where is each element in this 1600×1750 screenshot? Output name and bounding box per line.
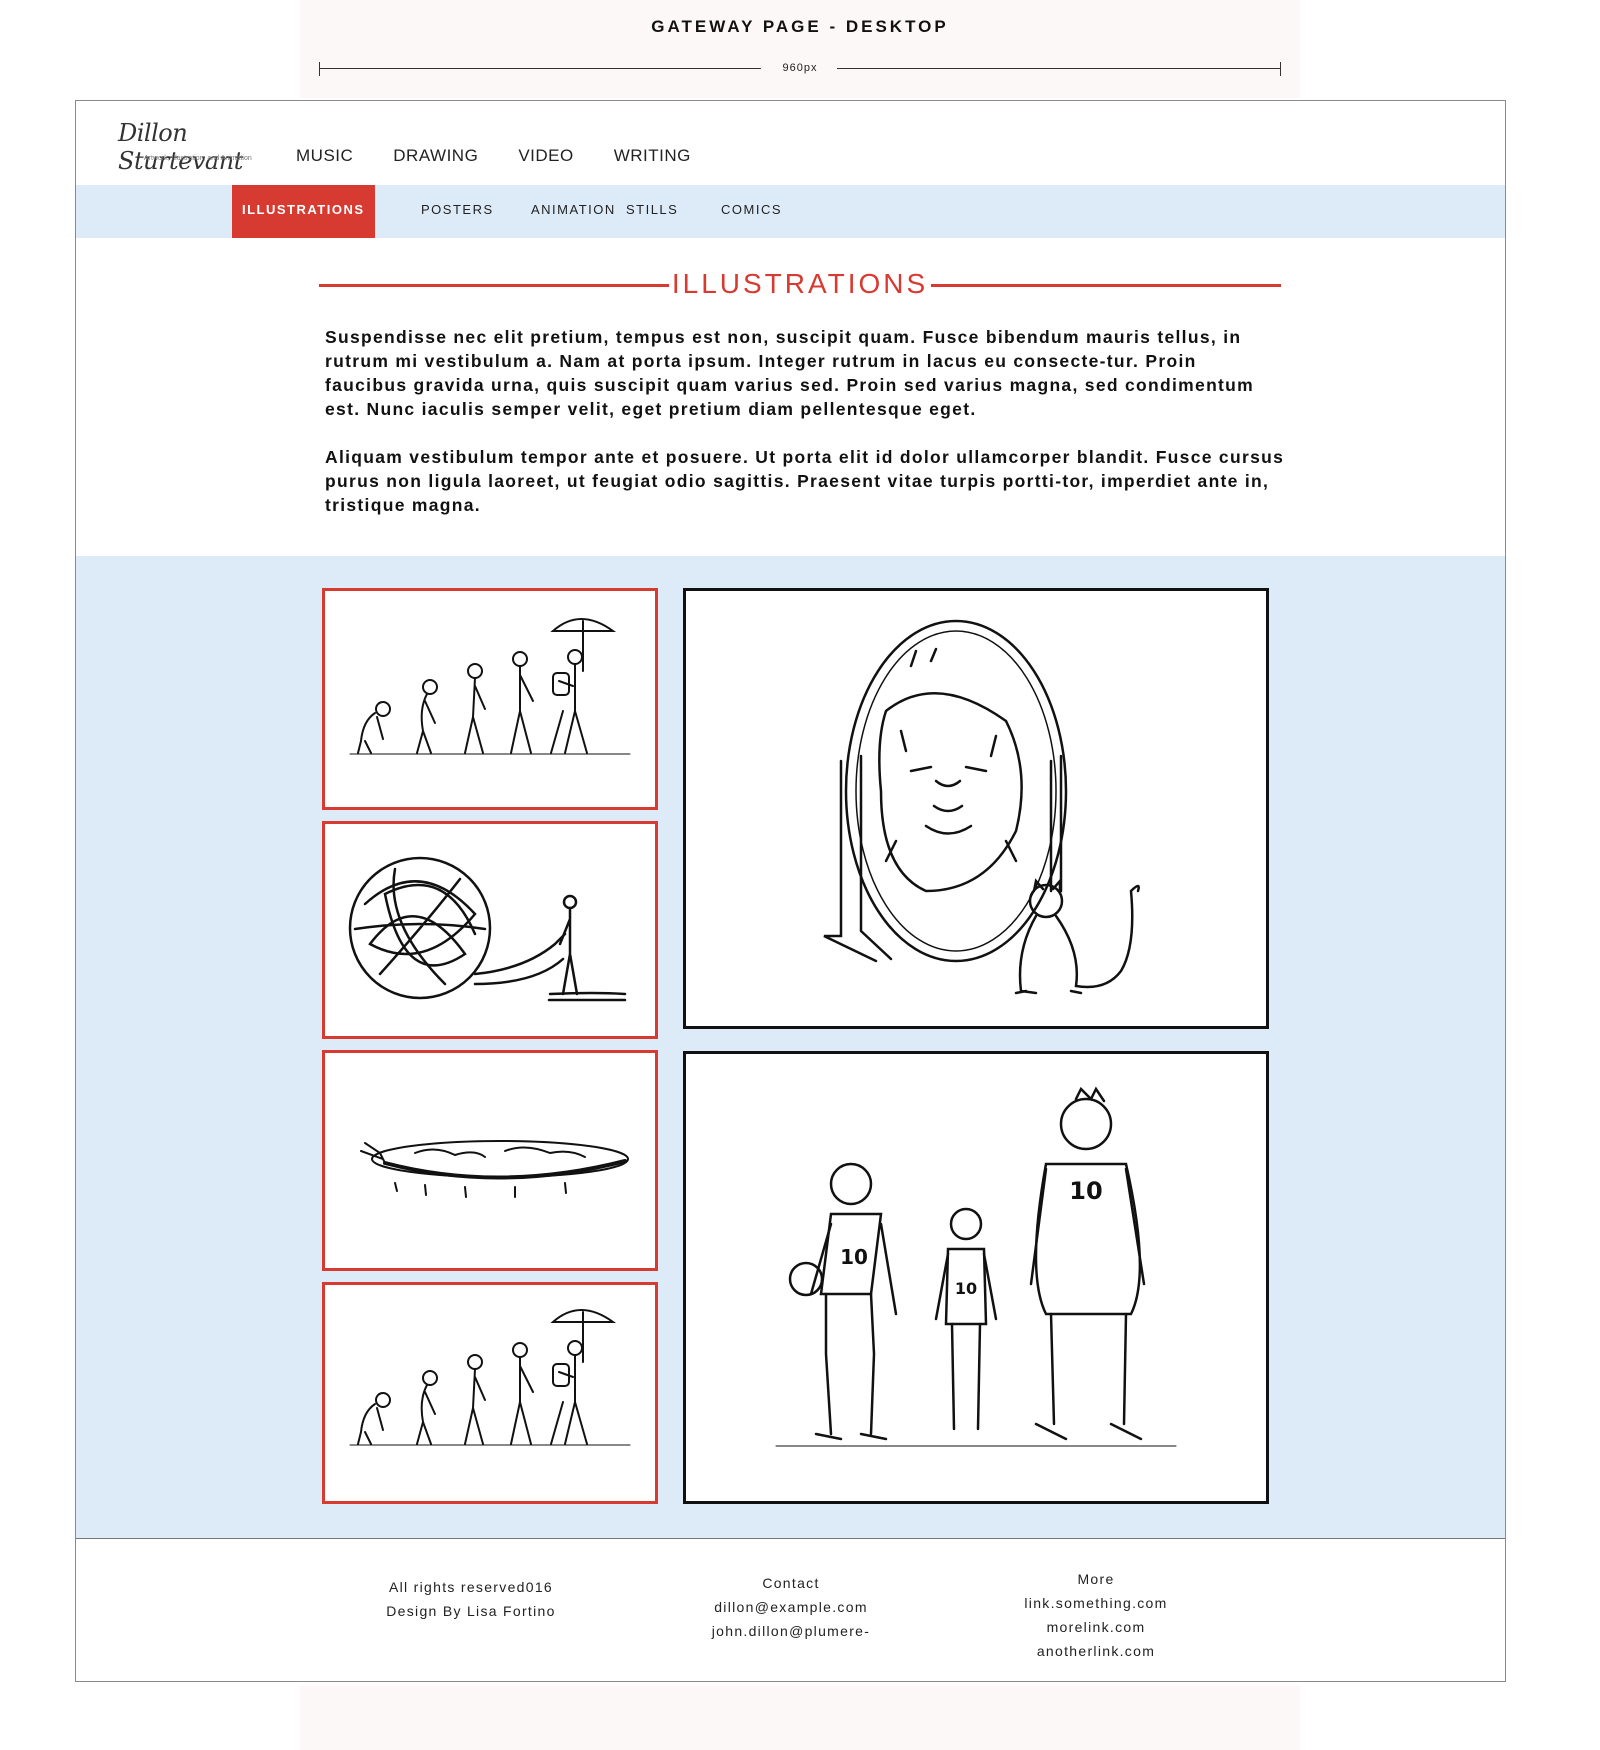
jersey-number: 10	[1069, 1177, 1102, 1205]
spec-footer-background	[300, 1686, 1300, 1750]
intro-copy: Suspendisse nec elit pretium, tempus est…	[325, 325, 1285, 541]
subnav-item-animation-stills[interactable]: ANIMATION STILLS	[531, 185, 678, 238]
designer-credit: Design By Lisa Fortino	[386, 1603, 556, 1619]
footer-contact: Contact dillon@example.com john.dillon@p…	[671, 1571, 911, 1643]
page-spec-title: GATEWAY PAGE - DESKTOP	[651, 17, 949, 36]
subnav-item-illustrations[interactable]: ILLUSTRATIONS	[232, 185, 375, 238]
main-nav: MUSIC DRAWING VIDEO WRITING	[296, 146, 731, 166]
copyright-text: All rights reserved016	[389, 1579, 553, 1595]
intro-paragraph: Suspendisse nec elit pretium, tempus est…	[325, 327, 1255, 419]
lion-mirror-cat-illustration	[823, 619, 1140, 995]
spec-header-background	[300, 0, 1300, 98]
footer-link[interactable]: anotherlink.com	[976, 1639, 1216, 1663]
gallery-thumbnail[interactable]	[322, 588, 658, 810]
nav-item-drawing[interactable]: DRAWING	[393, 146, 478, 166]
subnav-item-posters[interactable]: POSTERS	[421, 185, 494, 238]
logo-signature: Dillon Sturtevant	[118, 119, 243, 175]
more-heading: More	[1077, 1571, 1115, 1587]
desktop-page-frame: Dillon Sturtevant Artwork, Illustration,…	[75, 100, 1506, 1682]
footer-link[interactable]: link.something.com	[976, 1591, 1216, 1615]
basketball-players-illustration: 10 10 10	[775, 1086, 1177, 1447]
nav-item-music[interactable]: MUSIC	[296, 146, 353, 166]
site-header: Dillon Sturtevant Artwork, Illustration,…	[76, 101, 1505, 186]
width-ruler: 960px	[319, 62, 1281, 76]
gallery-featured-image[interactable]	[683, 588, 1269, 1029]
section-heading: ILLUSTRATIONS	[319, 264, 1281, 304]
jersey-number: 10	[955, 1279, 977, 1298]
heading-rule-right	[931, 284, 1281, 287]
sub-nav: ILLUSTRATIONS POSTERS ANIMATION STILLS C…	[76, 185, 1505, 238]
gallery-thumbnail[interactable]	[322, 821, 658, 1039]
footer-link[interactable]: morelink.com	[976, 1615, 1216, 1639]
contact-heading: Contact	[762, 1575, 820, 1591]
site-logo[interactable]: Dillon Sturtevant Artwork, Illustration,…	[118, 119, 258, 175]
evolution-illustration	[349, 618, 631, 755]
subnav-item-comics[interactable]: COMICS	[721, 185, 782, 238]
flat-earth-illustration	[360, 1140, 629, 1198]
evolution-illustration	[349, 1309, 631, 1446]
logo-tagline: Artwork, Illustration, and Animation	[144, 155, 252, 162]
jersey-number: 10	[840, 1245, 868, 1269]
gallery-thumbnail[interactable]	[322, 1282, 658, 1504]
contact-email-link[interactable]: john.dillon@plumere-	[671, 1619, 911, 1643]
nav-item-writing[interactable]: WRITING	[614, 146, 691, 166]
illustration-gallery: 10 10 10	[76, 556, 1505, 1538]
gallery-thumbnail[interactable]	[322, 1050, 658, 1271]
footer-more: More link.something.com morelink.com ano…	[976, 1567, 1216, 1663]
footer-credits: All rights reserved016 Design By Lisa Fo…	[351, 1575, 591, 1623]
nav-item-video[interactable]: VIDEO	[518, 146, 573, 166]
site-footer: All rights reserved016 Design By Lisa Fo…	[76, 1538, 1505, 1681]
gallery-featured-image[interactable]: 10 10 10	[683, 1051, 1269, 1504]
tangled-ball-illustration	[348, 856, 627, 1002]
intro-paragraph: Aliquam vestibulum tempor ante et posuer…	[325, 447, 1285, 515]
contact-email-link[interactable]: dillon@example.com	[671, 1595, 911, 1619]
